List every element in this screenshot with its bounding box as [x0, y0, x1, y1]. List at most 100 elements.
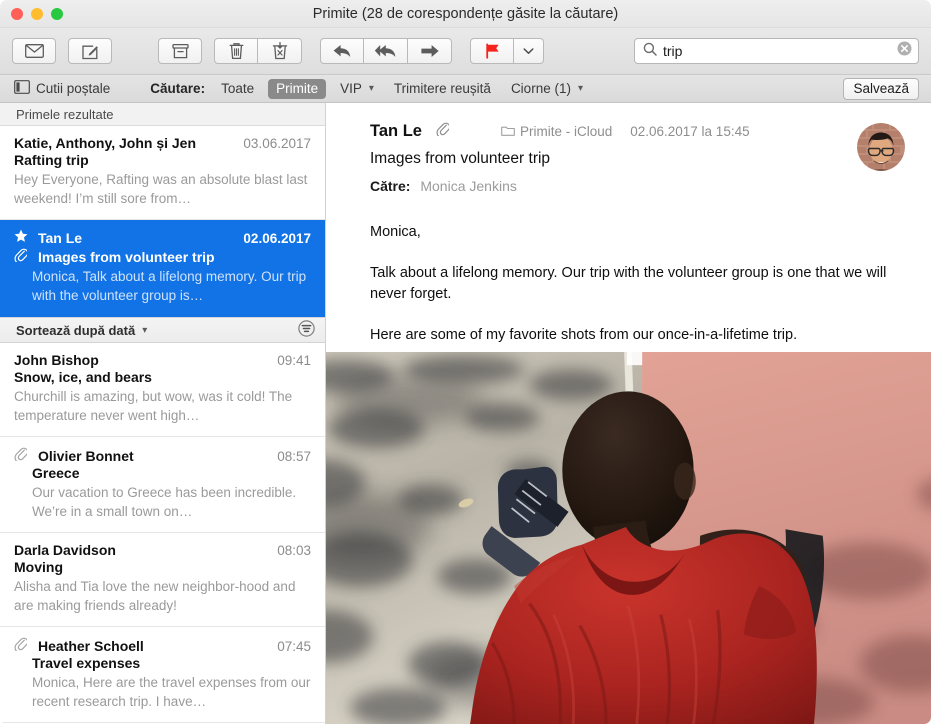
scope-primite[interactable]: Primite — [268, 78, 327, 99]
mailboxes-label: Cutii poștale — [36, 81, 111, 96]
paperclip-icon — [14, 446, 32, 461]
list-item[interactable]: John Bishop 09:41 Snow, ice, and bears C… — [0, 343, 325, 437]
message-detail-pane: Tan Le Primite - iCloud 02.06.2017 la 15… — [326, 103, 931, 724]
archive-button[interactable] — [158, 38, 202, 64]
reply-arrow-icon — [332, 43, 352, 59]
message-date: 09:41 — [277, 353, 311, 368]
message-date: 07:45 — [277, 639, 311, 654]
chevron-down-icon: ▾ — [368, 83, 374, 94]
chevron-down-icon: ▾ — [577, 83, 583, 94]
archive-box-icon — [171, 43, 189, 60]
message-date: 08:03 — [277, 543, 311, 558]
scope-toate[interactable]: Toate — [221, 81, 254, 96]
filter-circle-icon[interactable] — [298, 320, 315, 340]
detail-mailbox: Primite - iCloud — [501, 124, 612, 139]
attached-photo-person-in-red-shirt[interactable] — [326, 352, 931, 724]
mailboxes-toggle[interactable]: Cutii poștale — [14, 80, 110, 97]
delete-junk-group — [214, 38, 302, 64]
message-preview: Monica, Here are the travel expenses fro… — [32, 675, 311, 709]
flag-button[interactable] — [470, 38, 514, 64]
search-filter-bar: Cutii poștale Căutare: Toate Primite VIP… — [0, 75, 931, 103]
body-paragraph: Talk about a lifelong memory. Our trip w… — [370, 265, 887, 302]
paperclip-icon — [436, 121, 451, 141]
toolbar: trip — [0, 28, 931, 75]
reply-all-arrow-icon — [374, 43, 397, 59]
scope-trimitere-reusita[interactable]: Trimitere reușită — [394, 81, 491, 96]
message-sender: Katie, Anthony, John și Jen — [14, 135, 197, 151]
compose-group — [68, 38, 112, 64]
junk-button[interactable] — [258, 38, 302, 64]
delete-button[interactable] — [214, 38, 258, 64]
reply-all-button[interactable] — [364, 38, 408, 64]
get-mail-button[interactable] — [12, 38, 56, 64]
scope-trimitere-label: Trimitere reușită — [393, 81, 491, 96]
detail-meta: Primite - iCloud 02.06.2017 la 15:45 — [501, 124, 750, 139]
message-subject: Greece — [32, 465, 80, 481]
message-list-pane: Primele rezultate Katie, Anthony, John ș… — [0, 103, 326, 724]
reply-group — [320, 38, 452, 64]
paperclip-icon — [14, 636, 32, 651]
search-scope-label: Căutare: — [150, 81, 206, 96]
message-list-scroll[interactable]: John Bishop 09:41 Snow, ice, and bears C… — [0, 343, 325, 724]
sort-bar: Sortează după dată ▾ — [0, 317, 325, 343]
trash-icon — [229, 42, 244, 60]
archive-group — [158, 38, 202, 64]
list-item[interactable]: Olivier Bonnet 08:57 Greece Our vacation… — [0, 437, 325, 533]
search-field[interactable]: trip — [634, 38, 919, 64]
body-paragraph: Monica, — [370, 224, 421, 240]
scope-ciorne-label: Ciorne (1) — [510, 81, 571, 96]
clear-search-icon[interactable] — [897, 41, 912, 61]
message-preview: Churchill is amazing, but wow, was it co… — [14, 389, 293, 423]
detail-mailbox-label: Primite - iCloud — [519, 123, 613, 139]
message-preview: Alisha and Tia love the new neighbor-hoo… — [14, 579, 296, 613]
sender-avatar[interactable] — [857, 123, 905, 171]
title-bar: Primite (28 de corespondențe găsite la c… — [0, 0, 931, 28]
red-flag-icon — [484, 43, 501, 59]
message-sender: John Bishop — [14, 352, 99, 368]
message-subject: Snow, ice, and bears — [14, 369, 152, 385]
scope-vip[interactable]: VIP ▾ — [340, 81, 374, 96]
compose-button[interactable] — [68, 38, 112, 64]
message-date: 08:57 — [277, 449, 311, 464]
message-sender: Tan Le — [38, 230, 83, 246]
detail-recipients: Către: Monica Jenkins — [370, 178, 911, 194]
message-date: 02.06.2017 — [243, 231, 311, 246]
search-magnifier-icon — [643, 42, 657, 61]
sidebar-panel-icon — [14, 80, 30, 97]
message-subject: Moving — [14, 559, 63, 575]
vip-star-icon — [14, 229, 32, 243]
message-preview: Our vacation to Greece has been incredib… — [32, 485, 297, 519]
message-sender: Heather Schoell — [38, 638, 144, 654]
detail-date: 02.06.2017 la 15:45 — [630, 123, 750, 139]
save-search-button[interactable]: Salvează — [843, 77, 919, 100]
chevron-down-icon[interactable]: ▾ — [142, 325, 147, 336]
message-detail-header: Tan Le Primite - iCloud 02.06.2017 la 15… — [326, 103, 931, 194]
message-sender: Olivier Bonnet — [38, 448, 134, 464]
list-item[interactable]: Katie, Anthony, John și Jen 03.06.2017 R… — [0, 126, 325, 220]
list-item-selected[interactable]: Tan Le 02.06.2017 Images from volunteer … — [0, 220, 325, 317]
list-item[interactable]: Darla Davidson 08:03 Moving Alisha and T… — [0, 533, 325, 627]
folder-icon — [501, 124, 515, 139]
attachment-photo-container — [326, 352, 931, 724]
scope-toate-label: Toate — [221, 81, 255, 96]
mail-actions-group — [12, 38, 56, 64]
message-preview: Hey Everyone, Rafting was an absolute bl… — [14, 172, 308, 206]
list-item[interactable]: Heather Schoell 07:45 Travel expenses Mo… — [0, 627, 325, 723]
mail-window: Primite (28 de corespondențe găsite la c… — [0, 0, 931, 724]
detail-to-value[interactable]: Monica Jenkins — [420, 178, 517, 194]
flag-menu-button[interactable] — [514, 38, 544, 64]
message-body: Monica, Talk about a lifelong memory. Ou… — [326, 194, 931, 346]
envelope-icon — [24, 44, 44, 58]
message-subject: Travel expenses — [32, 655, 141, 671]
message-preview: Monica, Talk about a lifelong memory. Ou… — [32, 269, 307, 303]
message-date: 03.06.2017 — [243, 136, 311, 151]
search-input[interactable]: trip — [663, 39, 891, 63]
message-subject: Rafting trip — [14, 152, 89, 168]
sort-label[interactable]: Sortează după dată — [16, 323, 135, 338]
search-container: trip — [634, 38, 919, 64]
paperclip-icon — [14, 247, 32, 262]
reply-button[interactable] — [320, 38, 364, 64]
scope-vip-label: VIP — [340, 81, 362, 96]
forward-button[interactable] — [408, 38, 452, 64]
scope-ciorne[interactable]: Ciorne (1) ▾ — [511, 81, 583, 96]
